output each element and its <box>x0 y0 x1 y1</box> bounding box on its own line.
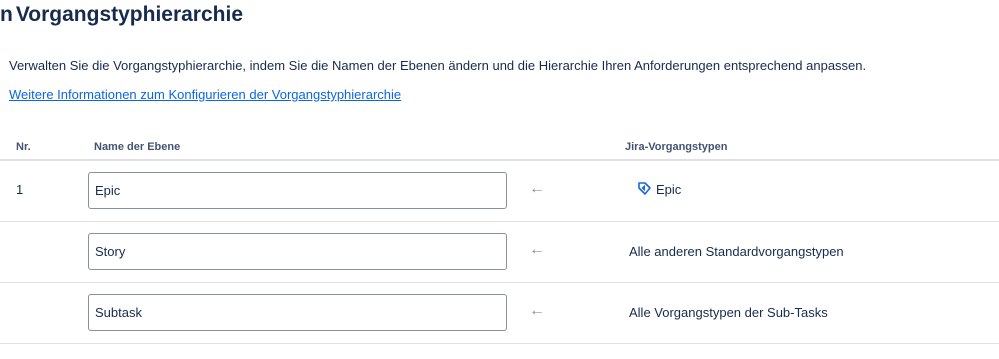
page-title: n Vorgangstyphierarchie <box>0 3 243 27</box>
arrow-left-icon: ← <box>529 180 545 197</box>
more-info-link[interactable]: Weitere Informationen zum Konfigurieren … <box>9 87 401 102</box>
arrow-left-icon: ← <box>529 302 545 319</box>
epic-icon <box>636 181 652 197</box>
level-name-input[interactable] <box>88 294 507 331</box>
header-jira-types: Jira-Vorgangstypen <box>625 141 728 153</box>
jira-type-label: Alle Vorgangstypen der Sub-Tasks <box>629 305 828 320</box>
level-name-input[interactable] <box>88 172 507 209</box>
header-nr: Nr. <box>16 141 31 153</box>
row-number: 1 <box>16 182 24 197</box>
table-row: ← Alle Vorgangstypen der Sub-Tasks <box>0 283 999 344</box>
jira-type: Alle anderen Standardvorgangstypen <box>629 244 844 259</box>
arrow-left-icon: ← <box>529 241 545 258</box>
table-row: 1 ← Epic <box>0 161 999 222</box>
jira-type-label: Epic <box>656 181 682 197</box>
jira-type-label: Alle anderen Standardvorgangstypen <box>629 244 844 259</box>
header-level-name: Name der Ebene <box>94 141 181 153</box>
title-prefix: n <box>0 3 13 26</box>
jira-type: Alle Vorgangstypen der Sub-Tasks <box>629 305 828 320</box>
page-description: Verwalten Sie die Vorgangstyphierarchie,… <box>9 58 867 73</box>
table-header-row: Nr. Name der Ebene Jira-Vorgangstypen <box>0 133 999 161</box>
jira-type: Epic <box>636 181 681 197</box>
title-text: Vorgangstyphierarchie <box>15 3 244 26</box>
table-row: ← Alle anderen Standardvorgangstypen <box>0 222 999 283</box>
level-name-input[interactable] <box>88 233 507 270</box>
hierarchy-table: Nr. Name der Ebene Jira-Vorgangstypen 1 … <box>0 133 999 344</box>
